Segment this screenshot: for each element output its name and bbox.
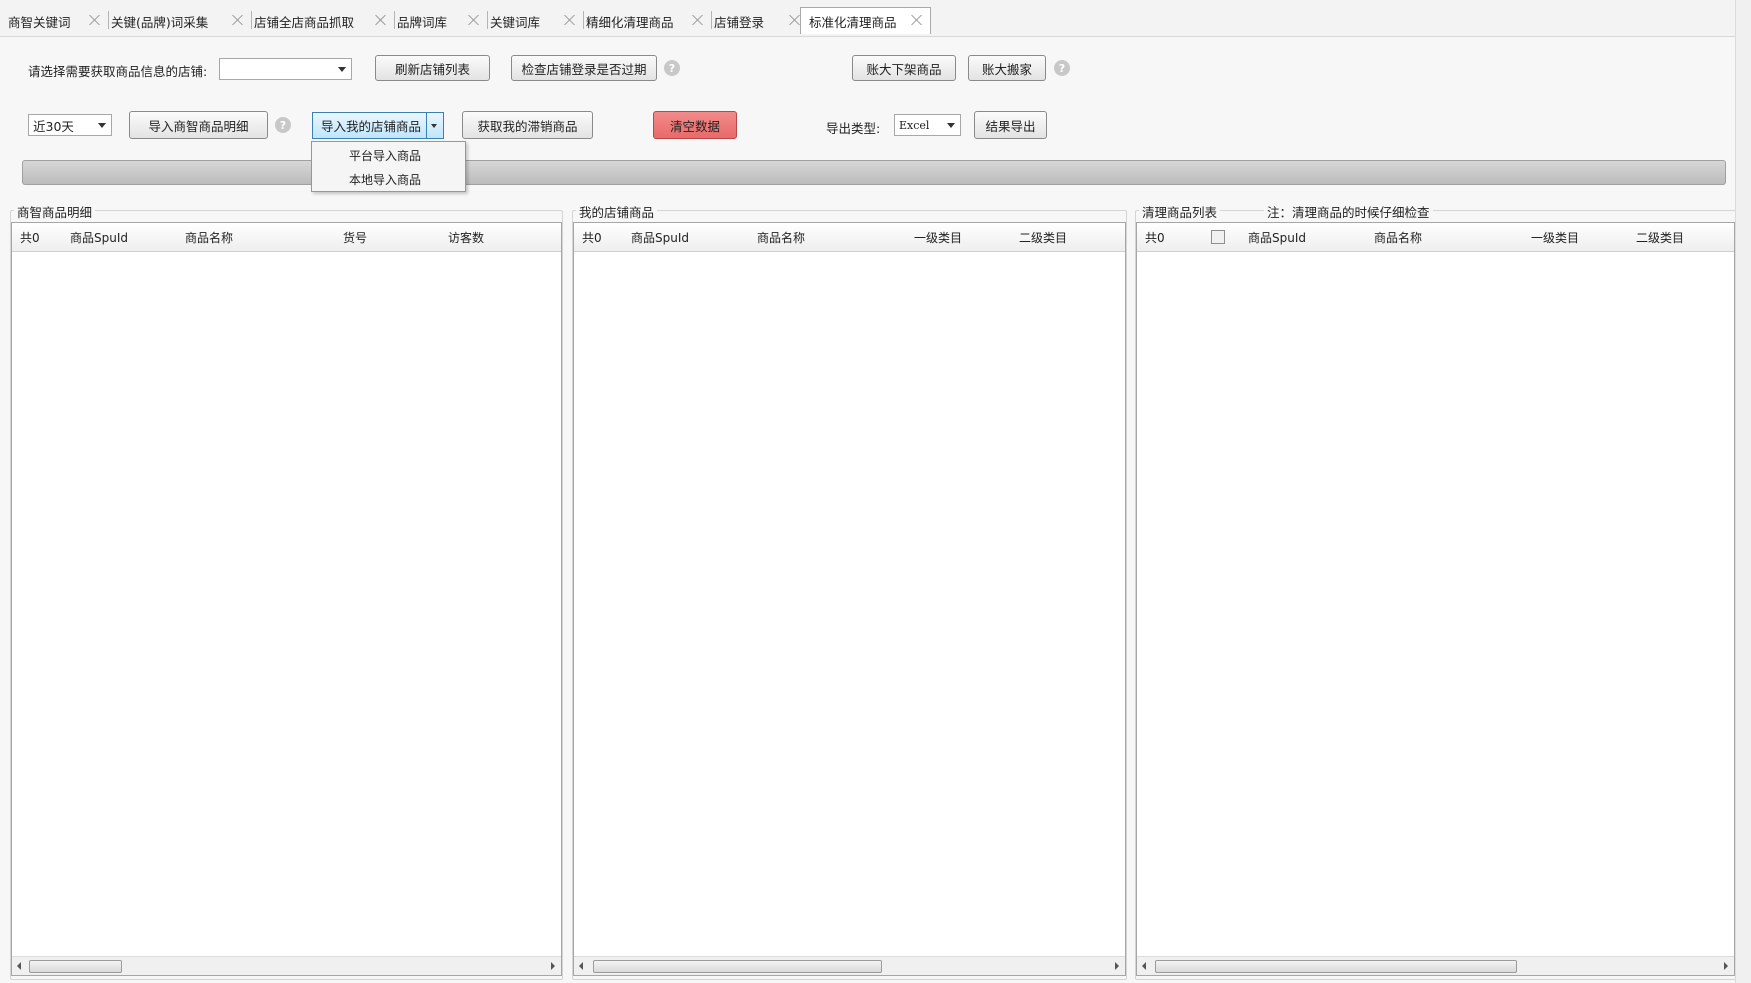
progress-bar <box>22 160 1726 185</box>
chevron-down-icon <box>947 123 955 128</box>
scroll-thumb[interactable] <box>29 960 122 973</box>
check-login-expired-button[interactable]: 检查店铺登录是否过期 <box>511 55 657 81</box>
close-icon[interactable] <box>374 13 388 27</box>
help-icon[interactable]: ? <box>664 60 680 76</box>
scroll-left-icon[interactable] <box>579 962 583 970</box>
refresh-store-list-button[interactable]: 刷新店铺列表 <box>375 55 490 81</box>
move-store-button[interactable]: 账大搬家 <box>968 55 1046 81</box>
tab-label: 精细化清理商品 <box>586 14 674 30</box>
get-unsold-products-button[interactable]: 获取我的滞销商品 <box>462 111 593 139</box>
menu-item-platform-import[interactable]: 平台导入商品 <box>313 144 465 166</box>
delist-products-button[interactable]: 账大下架商品 <box>852 55 956 81</box>
period-select-value: 近30天 <box>33 118 74 134</box>
import-source-menu: 平台导入商品 本地导入商品 <box>311 141 466 192</box>
store-select-label: 请选择需要获取商品信息的店铺: <box>28 64 208 79</box>
scroll-right-icon[interactable] <box>1115 962 1119 970</box>
scroll-thumb[interactable] <box>1155 960 1517 973</box>
shangzhi-detail-title: 商智商品明细 <box>14 202 96 221</box>
help-icon[interactable]: ? <box>275 117 291 133</box>
horizontal-scrollbar[interactable] <box>1137 956 1734 975</box>
close-icon[interactable] <box>88 13 102 27</box>
close-icon[interactable] <box>910 13 924 27</box>
chevron-down-icon <box>338 67 346 72</box>
menu-item-local-import[interactable]: 本地导入商品 <box>313 168 465 190</box>
tab-brand-keyword-collect[interactable]: 关键(品牌)词采集 <box>103 8 252 34</box>
table-header: 共0 商品SpuId 商品名称 一级类目 二级类目 <box>574 223 1125 252</box>
tab-label: 标准化清理商品 <box>809 14 897 30</box>
export-type-value: Excel <box>899 118 930 132</box>
scroll-right-icon[interactable] <box>551 962 555 970</box>
export-type-label: 导出类型: <box>826 121 881 136</box>
tab-standard-cleanup[interactable]: 标准化清理商品 <box>800 7 931 34</box>
export-type-select[interactable]: Excel <box>894 114 961 136</box>
table-header: 共0 商品SpuId 商品名称 一级类目 二级类目 <box>1137 223 1734 252</box>
tab-store-product-crawl[interactable]: 店铺全店商品抓取 <box>246 8 395 34</box>
column-visitors[interactable]: 访客数 <box>448 223 484 251</box>
tab-fine-cleanup[interactable]: 精细化清理商品 <box>578 8 712 34</box>
chevron-down-icon <box>98 123 106 128</box>
select-all-checkbox[interactable] <box>1211 230 1225 244</box>
cleanup-note: 注：清理商品的时候仔细检查 <box>1264 202 1433 221</box>
import-my-store-products-button[interactable]: 导入我的店铺商品 <box>313 113 429 138</box>
import-shangzhi-detail-button[interactable]: 导入商智商品明细 <box>129 111 268 139</box>
my-store-products-table[interactable]: 共0 商品SpuId 商品名称 一级类目 二级类目 <box>573 222 1126 976</box>
close-icon[interactable] <box>563 13 577 27</box>
column-count[interactable]: 共0 <box>20 223 40 251</box>
column-product-name[interactable]: 商品名称 <box>1374 223 1422 251</box>
tab-brand-library[interactable]: 品牌词库 <box>389 8 488 34</box>
close-icon[interactable] <box>231 13 245 27</box>
table-header: 共0 商品SpuId 商品名称 货号 访客数 <box>12 223 561 252</box>
tab-strip: 商智关键词 关键(品牌)词采集 店铺全店商品抓取 品牌词库 关键词库 精细化清理… <box>0 0 1751 37</box>
column-spuid[interactable]: 商品SpuId <box>1248 223 1306 251</box>
tab-label: 品牌词库 <box>397 14 448 30</box>
column-spuid[interactable]: 商品SpuId <box>631 223 689 251</box>
tab-label: 店铺全店商品抓取 <box>254 14 355 30</box>
tab-label: 商智关键词 <box>8 14 71 30</box>
scroll-left-icon[interactable] <box>1142 962 1146 970</box>
store-select[interactable] <box>219 58 352 80</box>
my-store-products-title: 我的店铺商品 <box>576 202 658 221</box>
horizontal-scrollbar[interactable] <box>12 956 561 975</box>
import-my-store-products-split-button[interactable]: 导入我的店铺商品 <box>312 112 444 139</box>
tab-keyword-library[interactable]: 关键词库 <box>482 8 584 34</box>
column-category-2[interactable]: 二级类目 <box>1636 223 1684 251</box>
close-icon[interactable] <box>467 13 481 27</box>
select-all-column[interactable] <box>1211 223 1225 251</box>
column-count[interactable]: 共0 <box>1145 223 1165 251</box>
column-category-2[interactable]: 二级类目 <box>1019 223 1067 251</box>
tab-label: 关键词库 <box>490 14 541 30</box>
tab-label: 店铺登录 <box>714 14 765 30</box>
tab-store-login[interactable]: 店铺登录 <box>706 8 809 34</box>
cleanup-list-title: 清理商品列表 <box>1139 202 1221 221</box>
tab-shangzhi-keywords[interactable]: 商智关键词 <box>0 8 109 34</box>
column-category-1[interactable]: 一级类目 <box>914 223 962 251</box>
horizontal-scrollbar[interactable] <box>574 956 1125 975</box>
chevron-down-icon[interactable] <box>426 113 443 138</box>
column-product-name[interactable]: 商品名称 <box>185 223 233 251</box>
period-select[interactable]: 近30天 <box>28 114 112 136</box>
column-spuid[interactable]: 商品SpuId <box>70 223 128 251</box>
scroll-thumb[interactable] <box>593 960 882 973</box>
export-results-button[interactable]: 结果导出 <box>974 111 1047 139</box>
help-icon[interactable]: ? <box>1054 60 1070 76</box>
column-count[interactable]: 共0 <box>582 223 602 251</box>
column-product-name[interactable]: 商品名称 <box>757 223 805 251</box>
tab-label: 关键(品牌)词采集 <box>111 14 209 30</box>
clear-data-button[interactable]: 清空数据 <box>653 111 737 139</box>
close-icon[interactable] <box>691 13 705 27</box>
cleanup-list-table[interactable]: 共0 商品SpuId 商品名称 一级类目 二级类目 <box>1136 222 1735 976</box>
column-category-1[interactable]: 一级类目 <box>1531 223 1579 251</box>
shangzhi-detail-table[interactable]: 共0 商品SpuId 商品名称 货号 访客数 <box>11 222 562 976</box>
scroll-right-icon[interactable] <box>1724 962 1728 970</box>
window-right-edge <box>1735 0 1751 983</box>
column-item-no[interactable]: 货号 <box>343 223 367 251</box>
scroll-left-icon[interactable] <box>17 962 21 970</box>
